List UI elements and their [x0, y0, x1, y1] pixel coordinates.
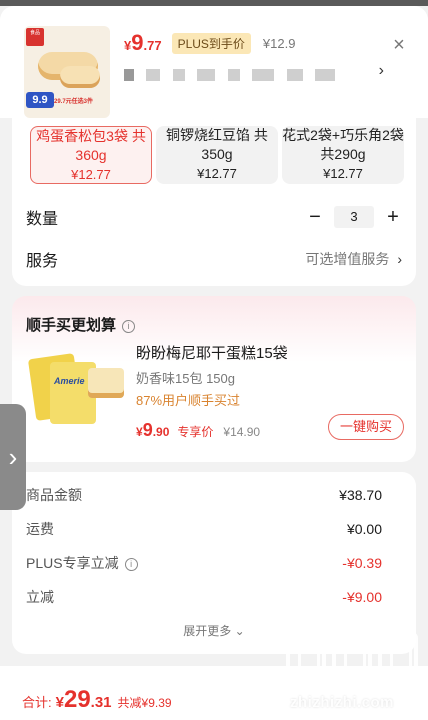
redacted-block — [315, 68, 336, 81]
summary-row-shipping: 运费 ¥0.00 — [26, 518, 382, 540]
bundle-price-tag: 专享价 — [177, 425, 214, 439]
brand-logo: 食品 — [26, 28, 44, 46]
redacted-block — [146, 68, 161, 81]
product-thumbnail: 食品 9.9 29.7元任选3件 — [24, 26, 110, 118]
redacted-block — [252, 68, 275, 81]
option-name: 鸡蛋香松包3袋 共360g — [36, 128, 146, 163]
summary-value: -¥9.00 — [342, 589, 382, 605]
minus-button[interactable]: − — [306, 206, 324, 229]
spec-card: 鸡蛋香松包3袋 共360g ¥12.77 铜锣烧红豆馅 共350g ¥12.77… — [12, 118, 416, 286]
watermark-text: zhizhizhi.com — [290, 694, 394, 711]
summary-value: ¥0.00 — [346, 521, 382, 537]
plus-price-tag: PLUS到手价 — [171, 32, 251, 54]
option-price: ¥12.77 — [71, 167, 111, 182]
redacted-block — [172, 68, 185, 81]
option-price: ¥12.77 — [197, 166, 237, 181]
bread-image-2 — [60, 66, 100, 88]
option-price: ¥12.77 — [323, 166, 363, 181]
redacted-block — [197, 68, 216, 81]
thumbnail-price-badge: 9.9 — [26, 92, 54, 108]
bundle-product-image[interactable]: Amerie — [27, 346, 124, 430]
chevron-right-icon[interactable]: › — [379, 62, 384, 80]
price-decimal: .77 — [143, 38, 162, 53]
watermark-glyph — [332, 632, 372, 680]
bundle-price-line: ¥9.90 专享价 ¥14.90 — [136, 420, 260, 441]
price-summary-card: 商品金额 ¥38.70 运费 ¥0.00 PLUS专享立减 i -¥0.39 立减… — [12, 472, 416, 654]
quantity-label: 数量 — [26, 211, 59, 228]
summary-label-text: PLUS专享立减 — [26, 555, 119, 571]
summary-row-discount: 立减 -¥9.00 — [26, 586, 382, 608]
total-integer: 29 — [63, 686, 91, 713]
summary-label: 立减 — [26, 589, 54, 605]
side-drawer-handle[interactable]: › — [0, 404, 26, 510]
price-line: ¥9.77 PLUS到手价 ¥12.9 — [124, 30, 295, 56]
summary-label: 商品金额 — [26, 487, 82, 503]
bundle-price-currency: ¥ — [136, 425, 143, 439]
redacted-block — [286, 68, 303, 81]
quantity-row: 数量 − 3 + — [26, 205, 402, 229]
option-name: 花式2袋+巧乐角2袋 共290g — [282, 127, 404, 162]
option-0[interactable]: 鸡蛋香松包3袋 共360g ¥12.77 — [30, 126, 152, 184]
bundle-product-stat: 87%用户顺手买过 — [136, 393, 241, 408]
service-value-text: 可选增值服务 — [305, 251, 390, 267]
plus-button[interactable]: + — [384, 206, 402, 229]
redacted-block — [124, 68, 134, 81]
thumbnail-promo: 29.7元任选3件 — [54, 99, 94, 105]
chevron-right-icon: › — [397, 251, 402, 267]
summary-label: 运费 — [26, 521, 54, 537]
info-icon[interactable]: i — [122, 319, 136, 333]
service-row[interactable]: 服务 可选增值服务 › — [26, 247, 402, 271]
bundle-product-spec: 奶香味15包 150g — [136, 371, 235, 386]
bundle-old-price: ¥14.90 — [223, 425, 261, 439]
total-line: 合计: ¥29.31 共减¥9.39 — [22, 686, 172, 714]
selected-spec-redacted[interactable] — [124, 66, 394, 82]
bundle-title: 顺手买更划算 i — [26, 314, 136, 335]
service-value: 可选增值服务 › — [305, 249, 402, 269]
bundle-product-name[interactable]: 盼盼梅尼耶干蛋糕15袋 — [136, 342, 288, 363]
bundle-card: 顺手买更划算 i Amerie 盼盼梅尼耶干蛋糕15袋 奶香味15包 150g 8… — [12, 296, 416, 462]
quantity-input[interactable]: 3 — [334, 206, 374, 228]
info-icon[interactable]: i — [124, 557, 138, 571]
summary-value: -¥0.39 — [342, 555, 382, 571]
summary-row-goods: 商品金额 ¥38.70 — [26, 484, 382, 506]
cake-image — [88, 368, 124, 398]
redacted-block — [227, 68, 240, 81]
service-label: 服务 — [26, 253, 59, 270]
bundle-title-text: 顺手买更划算 — [26, 317, 117, 334]
total-saved: 共减¥9.39 — [117, 696, 172, 710]
bundle-price-integer: 9 — [142, 420, 153, 440]
summary-value: ¥38.70 — [339, 487, 382, 503]
original-price: ¥12.9 — [262, 35, 296, 51]
watermark-logo — [286, 632, 418, 684]
option-2[interactable]: 花式2袋+巧乐角2袋 共290g ¥12.77 — [282, 126, 404, 184]
price-integer: 9 — [131, 30, 144, 55]
watermark-glyph — [378, 632, 418, 680]
current-price: ¥9.77 — [124, 30, 162, 56]
product-header: 食品 9.9 29.7元任选3件 ¥9.77 PLUS到手价 ¥12.9 × › — [0, 6, 428, 118]
close-icon[interactable]: × — [390, 35, 408, 55]
option-1[interactable]: 铜锣烧红豆馅 共350g ¥12.77 — [156, 126, 278, 184]
total-decimal: .31 — [90, 694, 112, 711]
pack-label: Amerie — [54, 376, 85, 386]
one-click-buy-button[interactable]: 一键购买 — [328, 414, 404, 440]
bundle-price-decimal: .90 — [152, 425, 170, 439]
total-currency: ¥ — [55, 694, 64, 711]
option-name: 铜锣烧红豆馅 共350g — [166, 127, 268, 162]
summary-label: PLUS专享立减 i — [26, 553, 138, 573]
quantity-stepper: − 3 + — [306, 206, 402, 229]
summary-row-plus-discount: PLUS专享立减 i -¥0.39 — [26, 552, 382, 574]
total-label: 合计: — [22, 695, 52, 710]
watermark-glyph — [286, 632, 326, 680]
